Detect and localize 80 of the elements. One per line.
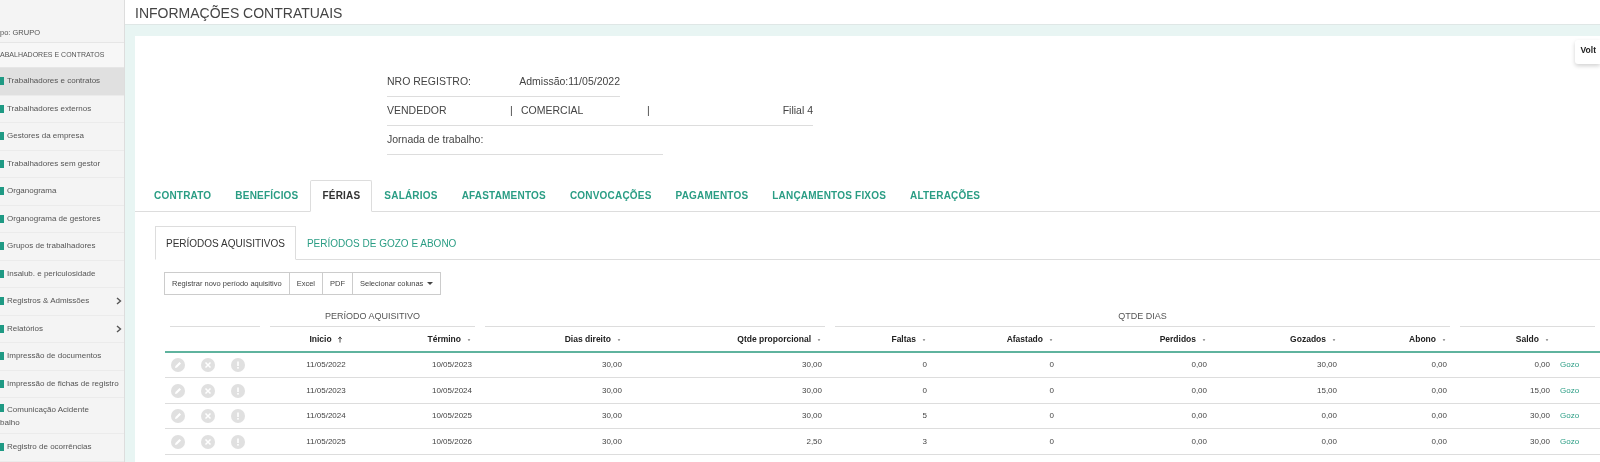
table-cell: 30,00 (630, 377, 830, 404)
table-cell: 0 (935, 403, 1062, 429)
table-cell: 30,00 (1455, 428, 1558, 455)
sidebar-item[interactable]: Trabalhadores externos (0, 95, 124, 123)
table-cell: 0 (830, 352, 935, 378)
sidebar-item[interactable]: Impressão de fichas de registro (0, 370, 124, 398)
field-label: Jornada de trabalho: (387, 132, 484, 148)
sidebar-item[interactable]: Insalub. e periculosidade (0, 260, 124, 288)
column-header[interactable]: Qtde proporcional (630, 327, 830, 353)
table-cell: 0,00 (1062, 377, 1215, 404)
table-cell: 11/05/2025 (265, 428, 395, 455)
table-cell: 0,00 (1062, 428, 1215, 455)
table-cell: 11/05/2024 (265, 403, 395, 429)
job-title: VENDEDOR (387, 103, 448, 119)
table-cell: 10/05/2025 (395, 403, 480, 429)
column-header[interactable]: Gozados (1215, 327, 1345, 353)
column-header[interactable]: Perdidos (1062, 327, 1215, 353)
tab[interactable]: FÉRIAS (310, 180, 373, 212)
table-cell: 11/05/2022 (265, 352, 395, 378)
table-cell: 11/05/2023 (265, 377, 395, 404)
page-title: INFORMAÇÕES CONTRATUAIS (125, 0, 1600, 25)
table-cell: 0,00 (1345, 428, 1455, 455)
column-header[interactable]: Abono (1345, 327, 1455, 353)
table-cell: 0 (935, 428, 1062, 455)
table-cell: 0,00 (1345, 403, 1455, 429)
sidebar-item[interactable]: Grupos de trabalhadores (0, 233, 124, 261)
sidebar-item[interactable]: Comunicação Acidente balho (0, 398, 124, 434)
table-cell: 0,00 (1215, 428, 1345, 455)
table-cell: 30,00 (480, 428, 630, 455)
sidebar-item[interactable]: Organograma de gestores (0, 205, 124, 233)
table-cell: 0,00 (1215, 403, 1345, 429)
table-cell: 0,00 (1345, 377, 1455, 404)
field-label: NRO REGISTRO: (387, 74, 472, 90)
column-header[interactable]: Afastado (935, 327, 1062, 353)
table-cell: 0,00 (1062, 352, 1215, 378)
column-header[interactable]: Faltas (830, 327, 935, 353)
table-cell: 0 (830, 377, 935, 404)
sidebar-item[interactable]: Registros & Admissões (0, 288, 124, 316)
table-cell: 10/05/2024 (395, 377, 480, 404)
table-cell: 2,50 (630, 428, 830, 455)
sidebar-item[interactable]: Gestores da empresa (0, 123, 124, 151)
separator: | (510, 103, 514, 119)
sidebar-item[interactable]: Relatórios (0, 315, 124, 343)
sidebar-item[interactable]: Impressão de documentos (0, 343, 124, 371)
sidebar-item[interactable]: Trabalhadores sem gestor (0, 150, 124, 178)
table-cell: 0,00 (1455, 352, 1558, 378)
table-cell: 30,00 (1455, 403, 1558, 429)
table-cell: 3 (830, 428, 935, 455)
column-header[interactable]: Término (395, 327, 480, 353)
table-cell: 30,00 (630, 352, 830, 378)
separator: | (647, 103, 650, 119)
branch: Filial 4 (782, 103, 813, 119)
table-cell: 0 (935, 352, 1062, 378)
admission-date: Admissão:11/05/2022 (519, 74, 620, 90)
back-button[interactable]: Volt (1574, 40, 1600, 64)
table-cell: 30,00 (480, 352, 630, 378)
table-cell: 10/05/2026 (395, 428, 480, 455)
table-cell: 10/05/2023 (395, 352, 480, 378)
table-cell: 30,00 (480, 403, 630, 429)
sidebar-item[interactable]: Registro de ocorrências (0, 434, 124, 462)
table-cell: 30,00 (630, 403, 830, 429)
table-cell: 0,00 (1062, 403, 1215, 429)
subtab[interactable]: PERÍODOS AQUISITIVOS (155, 226, 296, 260)
group-heading: QTDE DIAS (1118, 310, 1167, 321)
group-heading: PERÍODO AQUISITIVO (325, 310, 420, 321)
table-cell: 0 (935, 377, 1062, 404)
caret-icon (427, 282, 434, 286)
subtab[interactable]: PERÍODOS DE GOZO E ABONO (295, 226, 468, 260)
sidebar-item[interactable]: Organograma (0, 178, 124, 206)
column-header[interactable]: Inicio (265, 327, 395, 353)
table-cell: 5 (830, 403, 935, 429)
department: COMERCIAL (521, 103, 585, 119)
table-cell: 30,00 (1215, 352, 1345, 378)
column-header[interactable]: Saldo (1455, 327, 1558, 353)
table-cell: 15,00 (1215, 377, 1345, 404)
column-header[interactable]: Dias direito (480, 327, 630, 353)
table-cell: 0,00 (1345, 352, 1455, 378)
table-cell: 15,00 (1455, 377, 1558, 404)
sidebar-item[interactable]: Trabalhadores e contratos (0, 68, 124, 96)
table-cell: 30,00 (480, 377, 630, 404)
